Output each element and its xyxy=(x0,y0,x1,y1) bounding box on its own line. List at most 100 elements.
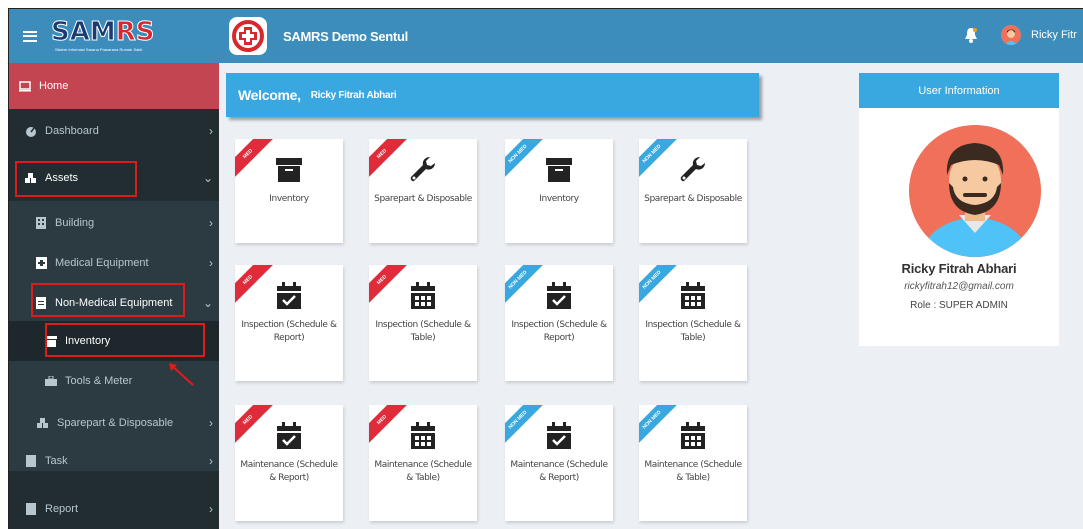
tile-nonmed-inspection-table[interactable]: NON MED Inspection (Schedule & Table) xyxy=(639,265,747,381)
sidebar-item-label: Assets xyxy=(45,172,79,184)
sidebar-item-report[interactable]: Report › xyxy=(9,487,219,529)
logo-tagline: Sistem Informasi Sarana Prasarana Rumah … xyxy=(55,47,143,52)
header-user-name[interactable]: Ricky Fitr xyxy=(1031,29,1077,41)
monitor-icon xyxy=(19,80,31,92)
sidebar-item-label: Non-Medical Equipment xyxy=(55,297,173,309)
tile-label: Inspection (Schedule & Table) xyxy=(375,320,471,343)
tile-med-inventory[interactable]: MED Inventory xyxy=(235,139,343,243)
tile-label: Inspection (Schedule & Report) xyxy=(511,320,607,343)
calendar-check-icon xyxy=(277,282,301,309)
arrow-pointer-icon xyxy=(169,363,194,386)
tile-med-inspection-report[interactable]: MED Inspection (Schedule & Report) xyxy=(235,265,343,381)
ribbon-med: MED xyxy=(369,139,412,184)
ribbon-med: MED xyxy=(369,265,412,310)
app-frame: SAMRS Sistem Informasi Sarana Prasarana … xyxy=(8,8,1083,529)
calendar-icon xyxy=(681,282,705,309)
tile-med-sparepart[interactable]: MED Sparepart & Disposable xyxy=(369,139,477,243)
archive-icon xyxy=(546,158,572,182)
tile-med-maintenance-table[interactable]: MED Maintenance (Schedule & Table) xyxy=(369,405,477,521)
user-info-panel: User Information Ricky Fitrah Abhari ric… xyxy=(859,73,1059,346)
hospital-logo[interactable] xyxy=(229,17,267,55)
top-header: SAMRS Demo Sentul Ricky Fitr xyxy=(219,9,1083,63)
welcome-banner: Welcome, Ricky Fitrah Abhari xyxy=(226,73,759,117)
bell-icon[interactable] xyxy=(964,27,978,43)
ribbon-non-med: NON MED xyxy=(639,265,682,310)
cubes-icon xyxy=(25,172,37,184)
calendar-icon xyxy=(411,282,435,309)
medkit-icon xyxy=(35,257,47,269)
tile-nonmed-inventory[interactable]: NON MED Inventory xyxy=(505,139,613,243)
tile-nonmed-inspection-report[interactable]: NON MED Inspection (Schedule & Report) xyxy=(505,265,613,381)
ribbon-non-med: NON MED xyxy=(639,405,682,450)
sidebar-item-task[interactable]: Task › xyxy=(9,439,219,483)
chevron-down-icon: ⌄ xyxy=(202,171,213,185)
ribbon-non-med: NON MED xyxy=(505,139,548,184)
calendar-icon xyxy=(411,422,435,449)
sidebar-item-label: Medical Equipment xyxy=(55,257,149,269)
sidebar-item-label: Home xyxy=(39,80,69,92)
tile-nonmed-sparepart[interactable]: NON MED Sparepart & Disposable xyxy=(639,139,747,243)
chevron-down-icon: ⌄ xyxy=(202,296,213,310)
ribbon-non-med: NON MED xyxy=(505,405,548,450)
file-icon xyxy=(25,503,37,515)
tile-label: Sparepart & Disposable xyxy=(644,194,742,204)
menu-toggle-icon[interactable] xyxy=(23,30,37,42)
tile-med-inspection-table[interactable]: MED Inspection (Schedule & Table) xyxy=(369,265,477,381)
sidebar-item-assets[interactable]: Assets ⌄ xyxy=(9,156,219,200)
tile-label: Inspection (Schedule & Report) xyxy=(241,320,337,343)
sidebar: SAMRS Sistem Informasi Sarana Prasarana … xyxy=(9,9,219,529)
sidebar-item-label: Tools & Meter xyxy=(65,375,133,387)
sidebar-item-label: Report xyxy=(45,503,79,515)
wrench-icon xyxy=(410,157,435,182)
logo-main-text: SAM xyxy=(51,17,117,48)
tile-nonmed-maintenance-report[interactable]: NON MED Maintenance (Schedule & Report) xyxy=(505,405,613,521)
tile-med-maintenance-report[interactable]: MED Maintenance (Schedule & Report) xyxy=(235,405,343,521)
sidebar-item-medical-equipment[interactable]: Medical Equipment › xyxy=(9,241,219,285)
welcome-greeting: Welcome, xyxy=(238,87,301,103)
tile-label: Maintenance (Schedule & Report) xyxy=(240,460,338,483)
dashboard-icon xyxy=(25,125,37,137)
ribbon-med: MED xyxy=(235,405,278,450)
cubes-icon xyxy=(37,417,49,429)
tile-label: Inventory xyxy=(539,194,579,204)
avatar xyxy=(909,125,1041,257)
user-email: rickyfitrah12@gmail.com xyxy=(904,281,1014,292)
calendar-icon xyxy=(681,422,705,449)
sidebar-item-home[interactable]: Home xyxy=(9,63,219,109)
file-icon xyxy=(35,297,47,309)
chevron-right-icon: › xyxy=(209,256,213,270)
ribbon-med: MED xyxy=(235,139,278,184)
chevron-right-icon: › xyxy=(209,416,213,430)
chevron-right-icon: › xyxy=(209,124,213,138)
user-info-heading: User Information xyxy=(859,73,1059,108)
assets-submenu: Building › Medical Equipment › Non-Medic… xyxy=(9,201,219,471)
archive-icon xyxy=(276,158,302,182)
avatar[interactable] xyxy=(1001,25,1021,45)
page-title: SAMRS Demo Sentul xyxy=(283,28,408,44)
tile-label: Maintenance (Schedule & Table) xyxy=(374,460,472,483)
sidebar-item-building[interactable]: Building › xyxy=(9,201,219,245)
logo-bar: SAMRS Sistem Informasi Sarana Prasarana … xyxy=(9,9,219,63)
toolbox-icon xyxy=(45,375,57,387)
sidebar-item-inventory[interactable]: Inventory xyxy=(9,321,219,361)
tile-label: Inventory xyxy=(269,194,309,204)
building-icon xyxy=(35,217,47,229)
user-role: Role : SUPER ADMIN xyxy=(910,300,1008,311)
ribbon-med: MED xyxy=(235,265,278,310)
tile-label: Sparepart & Disposable xyxy=(374,194,472,204)
sidebar-item-label: Inventory xyxy=(65,335,111,347)
tile-label: Maintenance (Schedule & Table) xyxy=(644,460,742,483)
calendar-check-icon xyxy=(547,422,571,449)
archive-icon xyxy=(45,335,57,347)
wrench-icon xyxy=(680,157,705,182)
welcome-user-name: Ricky Fitrah Abhari xyxy=(310,89,397,101)
ribbon-non-med: NON MED xyxy=(505,265,548,310)
sidebar-item-label: Task xyxy=(45,455,68,467)
sidebar-item-label: Building xyxy=(55,217,95,229)
sidebar-item-non-medical-equipment[interactable]: Non-Medical Equipment ⌄ xyxy=(9,281,219,325)
calendar-check-icon xyxy=(277,422,301,449)
sidebar-item-dashboard[interactable]: Dashboard › xyxy=(9,109,219,153)
tile-nonmed-maintenance-table[interactable]: NON MED Maintenance (Schedule & Table) xyxy=(639,405,747,521)
app-logo[interactable]: SAMRS Sistem Informasi Sarana Prasarana … xyxy=(51,16,155,56)
tile-label: Maintenance (Schedule & Report) xyxy=(510,460,608,483)
